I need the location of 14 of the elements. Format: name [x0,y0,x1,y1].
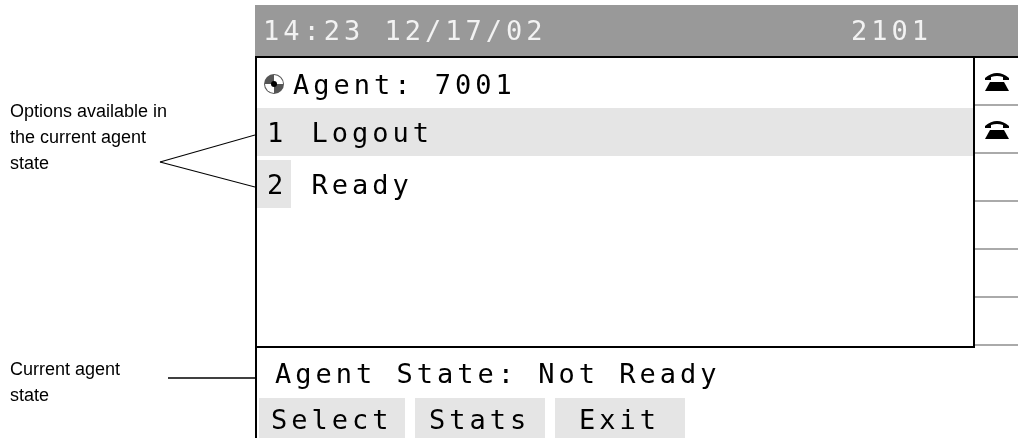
menu-option[interactable]: 1 Logout [257,108,973,156]
callout-label: Current agent state [10,358,122,407]
softkey[interactable]: Select [259,398,405,438]
menu-option[interactable]: 2 Ready [257,160,973,208]
agent-state-text: Agent State: Not Ready [275,357,721,389]
softkey[interactable]: Stats [414,398,545,438]
softkey[interactable]: Exit [554,398,685,438]
phone-icon[interactable] [983,70,1010,92]
date-time: 14:23 12/17/02 [263,15,547,46]
extension-number: 2101 [850,15,932,46]
callout-label: Options available in the current agent state [10,100,169,175]
agent-label: Agent: 7001 [293,68,516,100]
agent-status-icon [263,73,285,95]
phone-icon[interactable] [983,118,1010,140]
